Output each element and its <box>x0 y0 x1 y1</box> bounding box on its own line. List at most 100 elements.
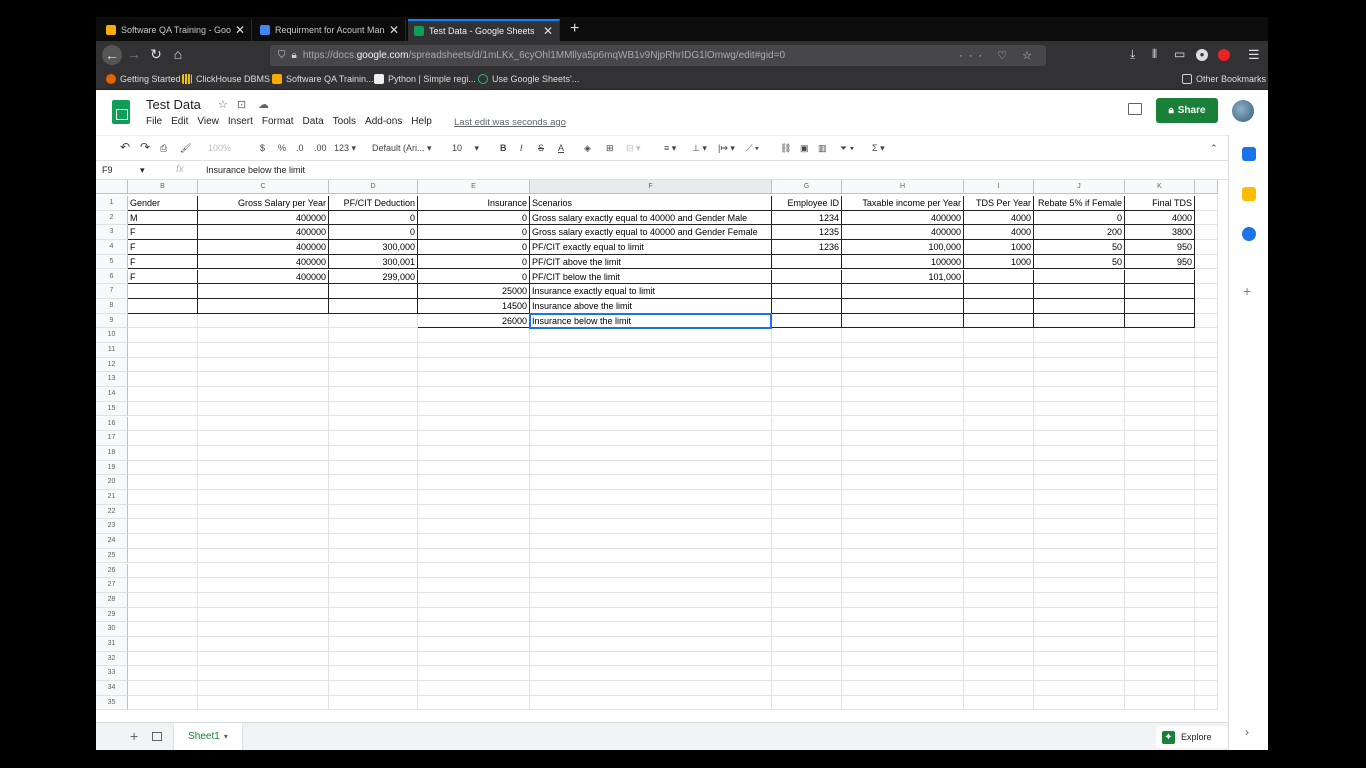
table-cell[interactable] <box>329 592 418 608</box>
table-cell[interactable] <box>329 387 418 402</box>
bold-icon[interactable]: B <box>500 143 507 153</box>
column-header-D[interactable]: D <box>329 180 418 194</box>
table-cell[interactable] <box>128 416 198 432</box>
table-cell[interactable]: 400000 <box>842 210 964 226</box>
empty-cell[interactable] <box>1195 328 1218 343</box>
increase-decimal-button[interactable]: .00 <box>314 143 327 153</box>
table-cell[interactable] <box>772 269 842 285</box>
empty-cell[interactable] <box>1195 416 1218 432</box>
table-cell[interactable] <box>418 460 530 476</box>
empty-cell[interactable] <box>1195 357 1218 373</box>
filter-icon[interactable]: ⏷ ▾ <box>840 143 854 154</box>
avatar[interactable] <box>1232 100 1254 122</box>
table-cell[interactable] <box>842 284 964 299</box>
row-header[interactable]: 25 <box>96 548 128 564</box>
table-cell[interactable] <box>964 328 1034 343</box>
table-cell[interactable] <box>329 475 418 490</box>
table-cell[interactable] <box>418 534 530 549</box>
redo-icon[interactable]: ↷ <box>140 140 150 154</box>
column-header-E[interactable]: E <box>418 180 530 194</box>
table-cell[interactable] <box>128 284 198 299</box>
table-cell[interactable] <box>198 666 329 682</box>
table-cell[interactable] <box>418 622 530 637</box>
table-cell[interactable] <box>198 416 329 432</box>
empty-cell[interactable] <box>1195 695 1218 710</box>
table-cell[interactable] <box>128 622 198 637</box>
download-icon[interactable]: ⤓ <box>1130 47 1135 62</box>
table-cell[interactable] <box>198 578 329 593</box>
table-cell[interactable]: 0 <box>418 210 530 226</box>
table-cell[interactable] <box>128 475 198 490</box>
table-cell[interactable] <box>128 666 198 682</box>
table-cell[interactable] <box>418 563 530 579</box>
table-cell[interactable] <box>198 548 329 564</box>
table-cell[interactable]: 26000 <box>418 313 530 329</box>
table-cell[interactable] <box>964 607 1034 623</box>
table-cell[interactable] <box>1034 372 1125 388</box>
empty-cell[interactable] <box>1195 666 1218 682</box>
table-cell[interactable] <box>1034 401 1125 417</box>
bookmark-item[interactable]: ClickHouse DBMS <box>182 74 270 84</box>
table-cell[interactable]: 300,001 <box>329 254 418 270</box>
menu-view[interactable]: View <box>197 116 219 127</box>
table-cell[interactable] <box>1125 460 1195 476</box>
table-cell[interactable] <box>772 387 842 402</box>
merge-cells-icon[interactable]: ⊟ ▾ <box>626 143 641 154</box>
table-cell[interactable] <box>1125 357 1195 373</box>
table-cell[interactable] <box>530 519 772 535</box>
table-cell[interactable] <box>964 284 1034 299</box>
row-header[interactable]: 10 <box>96 328 128 343</box>
empty-cell[interactable] <box>1195 401 1218 417</box>
table-cell[interactable] <box>964 622 1034 637</box>
page-actions[interactable]: ··· ♡ ☆ <box>959 49 1038 62</box>
table-cell[interactable] <box>964 475 1034 490</box>
table-cell[interactable] <box>128 607 198 623</box>
table-cell[interactable] <box>772 695 842 710</box>
table-cell[interactable] <box>418 651 530 667</box>
table-cell[interactable] <box>964 313 1034 329</box>
table-cell[interactable] <box>964 666 1034 682</box>
column-header-J[interactable]: J <box>1034 180 1125 194</box>
table-cell[interactable] <box>964 592 1034 608</box>
table-cell[interactable] <box>198 387 329 402</box>
cloud-saved-icon[interactable]: ☁ <box>258 98 269 111</box>
table-cell[interactable] <box>329 445 418 461</box>
column-header-K[interactable]: K <box>1125 180 1195 194</box>
empty-cell[interactable] <box>1195 592 1218 608</box>
table-cell[interactable]: M <box>128 210 198 226</box>
vertical-align-icon[interactable]: ⊥ ▾ <box>692 143 707 154</box>
empty-cell[interactable] <box>1195 225 1218 241</box>
row-header[interactable]: 29 <box>96 607 128 623</box>
table-cell[interactable]: 4000 <box>1125 210 1195 226</box>
row-header[interactable]: 27 <box>96 578 128 593</box>
table-cell[interactable] <box>1125 445 1195 461</box>
header-cell[interactable]: PF/CIT Deduction <box>329 196 418 211</box>
strikethrough-icon[interactable]: S <box>538 143 544 153</box>
table-cell[interactable] <box>418 666 530 682</box>
table-cell[interactable] <box>329 534 418 549</box>
table-cell[interactable] <box>964 372 1034 388</box>
table-cell[interactable] <box>964 490 1034 505</box>
table-cell[interactable] <box>1034 490 1125 505</box>
table-cell[interactable] <box>530 431 772 446</box>
row-header[interactable]: 7 <box>96 284 128 299</box>
header-cell[interactable]: TDS Per Year <box>964 196 1034 211</box>
table-cell[interactable] <box>1034 460 1125 476</box>
row-header[interactable]: 5 <box>96 254 128 270</box>
bookmark-item[interactable]: Getting Started <box>106 74 181 84</box>
row-header[interactable]: 19 <box>96 460 128 476</box>
currency-format-button[interactable]: $ <box>260 143 265 153</box>
table-cell[interactable] <box>198 328 329 343</box>
menu-insert[interactable]: Insert <box>228 116 253 127</box>
table-cell[interactable] <box>329 622 418 637</box>
menu-tools[interactable]: Tools <box>333 116 356 127</box>
table-cell[interactable]: 101,000 <box>842 269 964 285</box>
table-cell[interactable] <box>530 666 772 682</box>
header-cell[interactable]: Gender <box>128 196 198 211</box>
table-cell[interactable] <box>1034 445 1125 461</box>
table-cell[interactable] <box>1034 607 1125 623</box>
table-cell[interactable] <box>842 695 964 710</box>
table-cell[interactable] <box>329 607 418 623</box>
table-cell[interactable] <box>329 343 418 358</box>
table-cell[interactable] <box>964 269 1034 285</box>
